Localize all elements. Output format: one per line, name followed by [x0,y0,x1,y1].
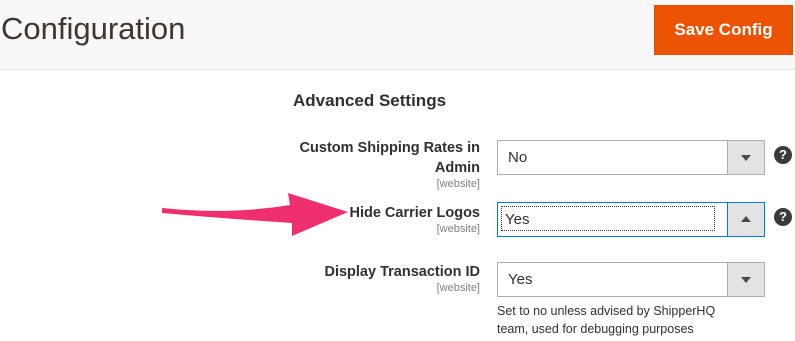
chevron-down-icon [741,277,751,283]
select-value: No [508,149,528,166]
focus-outline [501,206,715,231]
page-header: Configuration Save Config [0,0,795,70]
field-label-display-transaction-id: Display Transaction ID [website] [220,262,480,295]
dropdown-toggle[interactable] [727,141,764,174]
page-title: Configuration [1,11,186,46]
question-icon[interactable]: ? [774,146,792,164]
dropdown-toggle[interactable] [727,203,764,236]
question-icon[interactable]: ? [774,208,792,226]
hide-carrier-logos-select[interactable]: Yes [497,202,765,237]
custom-shipping-rates-select[interactable]: No [497,140,765,175]
section-title: Advanced Settings [293,91,447,110]
scope-label: [website] [436,282,480,294]
field-label-text: Custom Shipping Rates in Admin [299,140,480,176]
select-value: Yes [508,271,533,288]
chevron-down-icon [741,155,751,161]
select-value: Yes [505,211,530,228]
configuration-page: Configuration Save Config Advanced Setti… [0,0,795,341]
save-config-button[interactable]: Save Config [654,5,793,55]
field-note: Set to no unless advised by ShipperHQ te… [497,304,716,336]
dropdown-toggle[interactable] [727,263,764,296]
field-label-text: Hide Carrier Logos [349,205,480,221]
chevron-up-icon [741,216,751,222]
field-label-text: Display Transaction ID [324,264,480,280]
annotation-arrow-icon [162,193,348,236]
display-transaction-id-select[interactable]: Yes [497,262,765,297]
